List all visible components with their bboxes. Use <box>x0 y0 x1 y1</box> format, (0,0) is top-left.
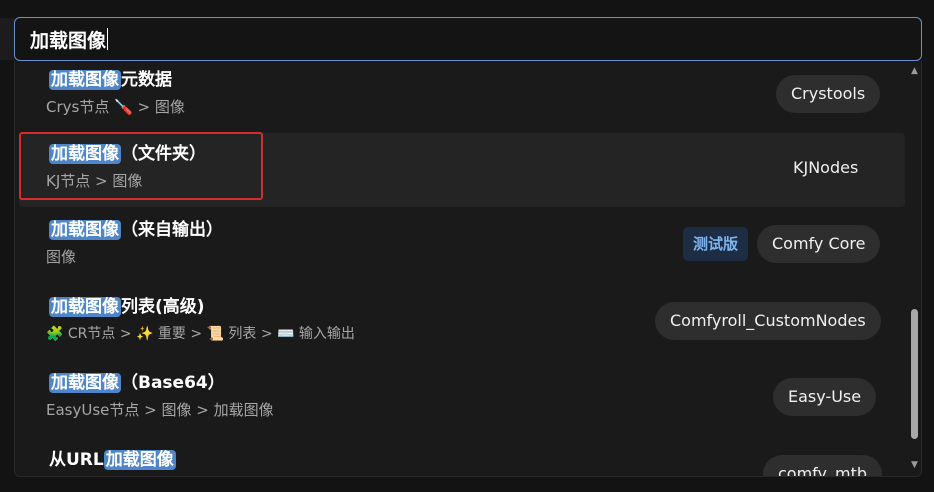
result-title: 加载图像 （Base64） <box>49 371 225 395</box>
result-title: 加载图像 元数据 <box>49 68 172 92</box>
result-item-comfy-core[interactable]: 加载图像 （来自输出） 图像 测试版 Comfy Core <box>19 209 905 283</box>
match-highlight: 加载图像 <box>103 450 176 470</box>
search-input[interactable]: 加载图像 <box>14 17 922 61</box>
result-title-rest: 元数据 <box>121 70 172 90</box>
search-results-panel: 加载图像 元数据 Crys节点 🪛 > 图像 Crystools 加载图像 （文件夹… <box>14 61 922 477</box>
result-category: EasyUse节点 > 图像 > 加载图像 <box>46 401 274 419</box>
source-tag: KJNodes <box>793 158 859 177</box>
match-highlight: 加载图像 <box>49 297 121 317</box>
source-tag: Comfy Core <box>757 225 881 263</box>
match-highlight: 加载图像 <box>49 220 121 240</box>
result-category: 图像 <box>46 248 77 266</box>
scrollbar-thumb[interactable] <box>911 309 918 439</box>
search-input-value: 加载图像 <box>30 29 107 52</box>
result-title-rest: （Base64） <box>121 373 225 393</box>
result-category: Crys节点 🪛 > 图像 <box>46 98 185 116</box>
result-item-comfyroll[interactable]: 加载图像 列表(高级) 🧩 CR节点 > ✨ 重要 > 📜 列表 > ⌨️ 输入输… <box>19 286 905 360</box>
beta-badge: 测试版 <box>683 227 749 261</box>
result-title: 加载图像 列表(高级) <box>49 295 205 319</box>
scroll-down-arrow-icon[interactable]: ▼ <box>908 455 921 475</box>
result-item-easy-use[interactable]: 加载图像 （Base64） EasyUse节点 > 图像 > 加载图像 Easy-… <box>19 362 905 436</box>
result-item-crystools[interactable]: 加载图像 元数据 Crys节点 🪛 > 图像 Crystools <box>19 61 905 133</box>
scrollbar[interactable]: ▲ ▼ <box>908 61 921 476</box>
annotation-highlight-box <box>19 132 263 200</box>
source-tag: Comfyroll_CustomNodes <box>655 302 881 340</box>
match-highlight: 加载图像 <box>49 373 121 393</box>
result-title: 加载图像 （来自输出） <box>49 218 223 242</box>
result-title: 从URL 加载图像 <box>49 448 176 472</box>
result-item-comfy-mtb[interactable]: 从URL 加载图像 comfy_mtb <box>19 439 905 476</box>
result-title-rest: （来自输出） <box>121 220 223 240</box>
result-title-rest: 列表(高级) <box>121 297 205 317</box>
result-category: 🧩 CR节点 > ✨ 重要 > 📜 列表 > ⌨️ 输入输出 <box>46 326 355 342</box>
source-tag: Easy-Use <box>773 378 877 416</box>
scroll-up-arrow-icon[interactable]: ▲ <box>908 61 921 81</box>
search-results-list: 加载图像 元数据 Crys节点 🪛 > 图像 Crystools 加载图像 （文件夹… <box>15 61 907 476</box>
source-tag: comfy_mtb <box>763 455 883 476</box>
source-tag: Crystools <box>776 75 881 113</box>
background-panel-edge <box>0 18 14 60</box>
match-highlight: 加载图像 <box>49 70 121 90</box>
node-search-dialog: 加载图像 加载图像 元数据 Crys节点 🪛 > 图像 Crystools 加载图… <box>0 0 934 492</box>
text-caret <box>107 28 109 50</box>
result-title-prefix: 从URL <box>49 450 104 470</box>
